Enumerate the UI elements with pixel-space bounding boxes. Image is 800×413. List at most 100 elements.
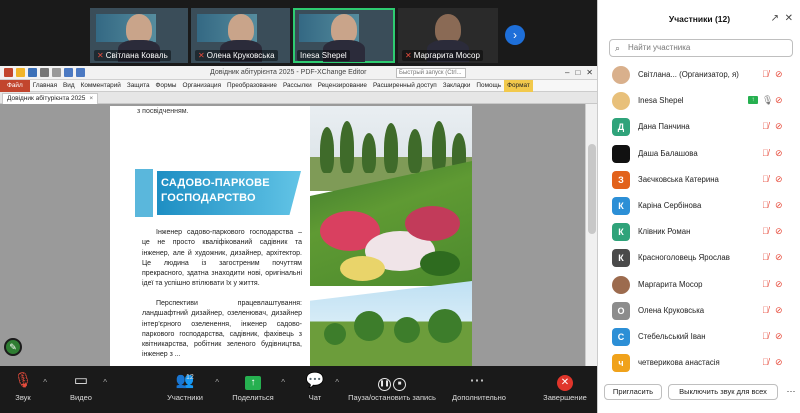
camera-off-icon[interactable]: ⊘ [775, 121, 783, 132]
mic-muted-icon[interactable]: 🎙̸ [762, 331, 769, 341]
menu-format[interactable]: Формат [504, 79, 533, 92]
mic-muted-icon[interactable]: 🎙̸ [762, 174, 769, 184]
menu-mailings[interactable]: Рассылки [280, 80, 315, 92]
undo-icon[interactable] [64, 68, 73, 77]
mic-muted-icon[interactable]: 🎙̸ [762, 148, 769, 158]
mute-button[interactable]: 🎙 Звук ^ [8, 372, 47, 402]
menu-protect[interactable]: Защита [124, 80, 153, 92]
close-icon[interactable]: ✕ [586, 68, 593, 77]
maximize-icon[interactable]: □ [575, 68, 580, 77]
menu-convert[interactable]: Преобразование [224, 80, 280, 92]
camera-off-icon[interactable]: ⊘ [775, 331, 783, 342]
open-folder-icon[interactable] [16, 68, 25, 77]
chevron-up-icon[interactable]: ^ [103, 378, 107, 387]
print-icon[interactable] [40, 68, 49, 77]
scrollbar-thumb[interactable] [588, 144, 596, 234]
section-heading-band: САДОВО-ПАРКОВЕ ГОСПОДАРСТВО [135, 169, 301, 217]
save-icon[interactable] [28, 68, 37, 77]
chevron-up-icon[interactable]: ^ [281, 378, 285, 387]
minimize-icon[interactable]: – [565, 68, 569, 77]
invite-button[interactable]: Пригласить [604, 384, 662, 400]
menu-home[interactable]: Главная [30, 80, 60, 92]
chat-button[interactable]: 💬 Чат ^ [300, 372, 339, 402]
menu-review[interactable]: Рецензирование [315, 80, 370, 92]
chevron-right-icon[interactable]: › [505, 25, 525, 45]
avatar [612, 144, 630, 163]
video-tile[interactable]: ✕ Маргарита Мосор [398, 8, 498, 63]
participant-row[interactable]: С Стебельський Іван 🎙̸ ⊘ [598, 324, 800, 350]
participant-row[interactable]: К Красноголовець Ярослав 🎙̸ ⊘ [598, 245, 800, 271]
menu-view[interactable]: Вид [60, 80, 78, 92]
menu-comment[interactable]: Комментарий [78, 80, 124, 92]
page-top-text: з посвідченням. [137, 108, 189, 115]
camera-off-icon[interactable]: ⊘ [775, 226, 783, 237]
mic-muted-icon[interactable]: 🎙̸ [762, 305, 769, 315]
participant-row[interactable]: Світлана... (Организатор, я) 🎙̸ ⊘ [598, 62, 800, 88]
menu-forms[interactable]: Формы [153, 80, 180, 92]
vertical-scrollbar[interactable] [585, 104, 597, 366]
video-tile-active[interactable]: Inesa Shepel [293, 8, 395, 63]
pop-out-icon[interactable]: ↗ [771, 10, 779, 28]
mic-muted-icon[interactable]: 🎙̸ [762, 121, 769, 131]
mute-all-button[interactable]: Выключить звук для всех [668, 384, 778, 400]
annotate-pen-icon[interactable]: ✎ [4, 338, 22, 356]
mic-muted-icon: ✕ [198, 51, 205, 60]
participants-button[interactable]: 👥 12 Участники ^ [160, 372, 219, 402]
scan-icon[interactable] [52, 68, 61, 77]
menu-file[interactable]: Файл [0, 79, 30, 92]
app-title: Довідник абітурієнта 2025 - PDF-XChange … [210, 69, 367, 76]
camera-off-icon[interactable]: ⊘ [775, 95, 783, 106]
participant-row[interactable]: Даша Балашова 🎙̸ ⊘ [598, 141, 800, 167]
video-tile[interactable]: ✕ Світлана Коваль [90, 8, 188, 63]
video-button[interactable]: ▭ Видео ^ [64, 372, 107, 402]
camera-off-icon[interactable]: ⊘ [775, 252, 783, 263]
camera-off-icon[interactable]: ⊘ [775, 174, 783, 185]
end-meeting-button[interactable]: ✕ Завершение [542, 372, 588, 402]
video-tile[interactable]: ✕ Олена Круковська [191, 8, 290, 63]
more-options-button[interactable]: ⋯ Дополнительно [452, 372, 506, 402]
chevron-up-icon[interactable]: ^ [43, 378, 47, 387]
document-tab[interactable]: Довідник абітурієнта 2025 × [2, 93, 99, 104]
menu-bookmarks[interactable]: Закладки [440, 80, 474, 92]
participant-row[interactable]: ч четверикова анастасія 🎙̸ ⊘ [598, 350, 800, 376]
mic-muted-icon[interactable]: 🎙̸ [762, 279, 769, 289]
menu-organize[interactable]: Организация [180, 80, 225, 92]
camera-off-icon[interactable]: ⊘ [775, 279, 783, 290]
menu-share[interactable]: Расширенный доступ [370, 80, 440, 92]
participant-row[interactable]: Маргарита Мосор 🎙̸ ⊘ [598, 272, 800, 298]
chevron-up-icon[interactable]: ^ [335, 378, 339, 387]
quick-access-toolbar [4, 68, 85, 77]
close-icon[interactable]: ✕ [785, 10, 793, 28]
more-dots-icon[interactable]: ⋯ [784, 384, 798, 400]
participant-row[interactable]: Inesa Shepel ↑ 🎙 ⊘ [598, 88, 800, 114]
chevron-up-icon[interactable]: ^ [215, 378, 219, 387]
quick-launch-input[interactable]: Быстрый запуск (Ctrl... [396, 68, 466, 78]
mic-muted-icon[interactable]: 🎙̸ [762, 200, 769, 210]
mic-muted-icon[interactable]: 🎙̸ [762, 69, 769, 79]
pdf-page: з посвідченням. САДОВО-ПАРКОВЕ ГОСПОДАРС… [110, 106, 472, 366]
camera-off-icon[interactable]: ⊘ [775, 200, 783, 211]
mic-icon[interactable]: 🎙 [762, 95, 773, 106]
camera-off-icon[interactable]: ⊘ [775, 148, 783, 159]
participant-row[interactable]: З Заєчковська Катерина 🎙̸ ⊘ [598, 167, 800, 193]
participant-search-input[interactable]: ⌕ Найти участника [609, 39, 793, 57]
participant-row[interactable]: К Клівник Роман 🎙̸ ⊘ [598, 219, 800, 245]
garden-photo-topiary [310, 281, 472, 366]
close-tab-icon[interactable]: × [89, 95, 93, 102]
camera-off-icon[interactable]: ⊘ [775, 305, 783, 316]
mic-muted-icon[interactable]: 🎙̸ [762, 226, 769, 236]
participant-row[interactable]: О Олена Круковська 🎙̸ ⊘ [598, 298, 800, 324]
share-screen-button[interactable]: ↑ Поделиться ^ [230, 372, 285, 402]
camera-off-icon[interactable]: ⊘ [775, 69, 783, 80]
panel-header: Участники (12) ↗ ✕ [598, 10, 800, 28]
pause-stop-recording-button[interactable]: ❚❚ ■ Пауза/остановить запись [344, 372, 440, 402]
mic-muted-icon: 🎙 [13, 372, 33, 389]
participant-row[interactable]: Д Дана Панчина 🎙̸ ⊘ [598, 114, 800, 140]
mic-muted-icon[interactable]: 🎙̸ [762, 357, 769, 367]
participant-row[interactable]: К Каріна Сербінова 🎙̸ ⊘ [598, 193, 800, 219]
menu-help[interactable]: Помощь [473, 80, 504, 92]
camera-off-icon[interactable]: ⊘ [775, 357, 783, 368]
redo-icon[interactable] [76, 68, 85, 77]
mic-muted-icon[interactable]: 🎙̸ [762, 252, 769, 262]
participants-count: 12 [186, 374, 194, 381]
